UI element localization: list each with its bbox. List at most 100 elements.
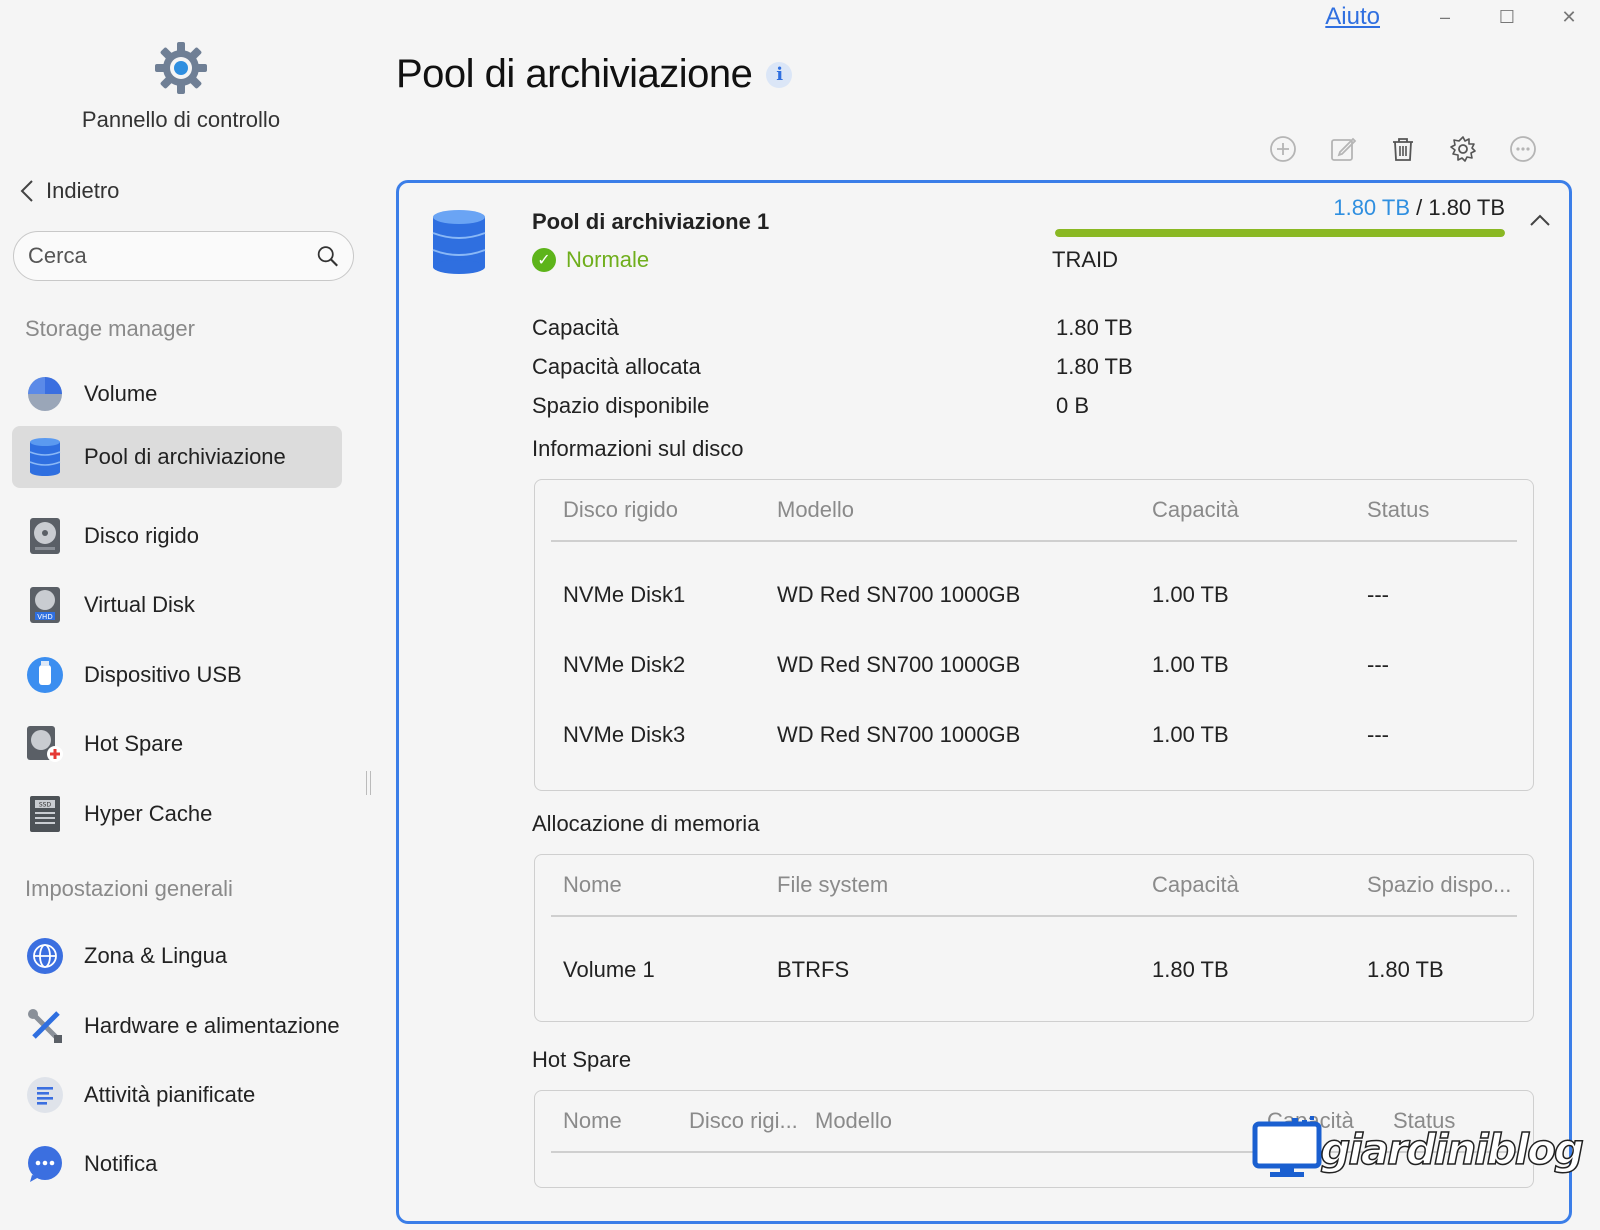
column-header[interactable]: File system <box>777 872 888 898</box>
add-icon[interactable] <box>1266 132 1300 166</box>
settings-icon[interactable] <box>1446 132 1480 166</box>
chat-icon <box>26 1145 64 1183</box>
disk-name: NVMe Disk2 <box>563 652 686 677</box>
column-header[interactable]: Disco rigido <box>563 497 678 523</box>
info-icon[interactable]: i <box>766 61 793 88</box>
column-header[interactable]: Nome <box>563 872 622 898</box>
pool-name: Pool di archiviazione 1 <box>532 209 770 234</box>
sidebar-item-label: Hyper Cache <box>84 801 213 826</box>
tasks-icon <box>26 1076 64 1114</box>
sidebar-item-scheduled-tasks[interactable]: Attività pianificate <box>12 1064 342 1126</box>
sidebar-item-storage-pool[interactable]: Pool di archiviazione <box>12 426 342 488</box>
hot-spare-title: Hot Spare <box>532 1047 632 1072</box>
pool-usage-text: 1.80 TB / 1.80 TB <box>1055 195 1505 221</box>
sidebar-item-label: Hardware e alimentazione <box>84 1013 340 1038</box>
usb-icon <box>26 656 64 694</box>
disk-capacity: 1.00 TB <box>1152 652 1229 677</box>
control-panel-gear-icon <box>153 40 209 96</box>
column-header[interactable]: Nome <box>563 1108 622 1134</box>
disk-model: WD Red SN700 1000GB <box>777 652 1021 677</box>
disk-status: --- <box>1367 652 1389 677</box>
watermark: giardiniblog <box>1252 1116 1585 1180</box>
pool-used: 1.80 TB <box>1333 195 1410 220</box>
virtual-disk-icon: VHD <box>26 586 64 624</box>
svg-text:VHD: VHD <box>37 613 52 621</box>
disk-model: WD Red SN700 1000GB <box>777 722 1021 747</box>
sidebar-item-hot-spare[interactable]: Hot Spare <box>12 713 342 775</box>
disk-name: NVMe Disk3 <box>563 722 686 747</box>
more-icon[interactable] <box>1506 132 1540 166</box>
minimize-button[interactable]: – <box>1414 2 1476 32</box>
volume-name: Volume 1 <box>563 957 655 982</box>
table-row[interactable]: NVMe Disk3 WD Red SN700 1000GB 1.00 TB -… <box>551 700 1517 770</box>
sidebar-item-label: Dispositivo USB <box>84 662 242 687</box>
sidebar-item-zone-language[interactable]: Zona & Lingua <box>12 925 342 987</box>
sidebar-item-volume[interactable]: Volume <box>12 363 342 425</box>
volume-pie-icon <box>26 375 64 413</box>
maximize-button[interactable]: ☐ <box>1476 2 1538 32</box>
table-row[interactable]: NVMe Disk2 WD Red SN700 1000GB 1.00 TB -… <box>551 630 1517 700</box>
disk-model: WD Red SN700 1000GB <box>777 582 1021 607</box>
sidebar-item-label: Pool di archiviazione <box>84 444 286 469</box>
chevron-left-icon <box>20 180 33 202</box>
table-header: Nome File system Capacità Spazio dispo..… <box>551 855 1517 917</box>
trash-icon[interactable] <box>1386 132 1420 166</box>
section-storage-manager: Storage manager <box>25 316 195 341</box>
sidebar-item-hyper-cache[interactable]: SSD Hyper Cache <box>12 783 342 845</box>
back-button[interactable]: Indietro <box>20 178 119 204</box>
column-header[interactable]: Capacità <box>1152 497 1239 523</box>
sidebar-item-label: Volume <box>84 381 158 406</box>
sidebar-item-label: Virtual Disk <box>84 592 195 617</box>
close-button[interactable]: ✕ <box>1538 2 1600 32</box>
pool-raid-type: TRAID <box>1052 247 1118 272</box>
hard-disk-icon <box>26 517 64 555</box>
window-controls: Aiuto – ☐ ✕ <box>1325 0 1600 34</box>
column-header[interactable]: Capacità <box>1152 872 1239 898</box>
tools-icon <box>26 1007 64 1045</box>
page-title: Pool di archiviazione i <box>396 52 793 97</box>
column-header[interactable]: Spazio dispo... <box>1367 872 1511 898</box>
check-icon: ✓ <box>532 248 556 272</box>
sidebar-item-virtual-disk[interactable]: VHD Virtual Disk <box>12 574 342 636</box>
table-row[interactable]: NVMe Disk1 WD Red SN700 1000GB 1.00 TB -… <box>551 560 1517 630</box>
toolbar <box>1266 132 1540 166</box>
pool-status: ✓ Normale <box>532 247 649 273</box>
sidebar-item-label: Notifica <box>84 1151 158 1176</box>
sidebar-item-notifications[interactable]: Notifica <box>12 1133 342 1195</box>
app-title: Pannello di controllo <box>81 107 281 132</box>
column-header[interactable]: Modello <box>815 1108 892 1134</box>
column-header[interactable]: Disco rigi... <box>689 1108 798 1134</box>
detail-value: 0 B <box>1056 393 1090 418</box>
sidebar: Pannello di controllo Indietro Storage m… <box>0 0 362 1230</box>
disk-status: --- <box>1367 582 1389 607</box>
usage-separator: / <box>1410 195 1429 220</box>
disk-capacity: 1.00 TB <box>1152 722 1229 747</box>
disk-info-title: Informazioni sul disco <box>532 436 744 461</box>
globe-icon <box>26 937 64 975</box>
back-label: Indietro <box>46 178 120 203</box>
table-header: Disco rigido Modello Capacità Status <box>551 480 1517 542</box>
detail-label: Capacità <box>532 315 619 340</box>
sidebar-item-hard-disk[interactable]: Disco rigido <box>12 505 342 567</box>
storage-pool-card[interactable]: Pool di archiviazione 1 ✓ Normale 1.80 T… <box>396 180 1572 1224</box>
search-icon[interactable] <box>316 243 339 269</box>
search-input[interactable] <box>28 243 316 269</box>
volume-filesystem: BTRFS <box>777 957 850 982</box>
table-row[interactable]: Volume 1 BTRFS 1.80 TB 1.80 TB <box>551 935 1517 1005</box>
column-header[interactable]: Status <box>1367 497 1429 523</box>
sidebar-item-hardware-power[interactable]: Hardware e alimentazione <box>12 995 342 1057</box>
sidebar-item-label: Zona & Lingua <box>84 943 228 968</box>
sidebar-item-label: Disco rigido <box>84 523 199 548</box>
edit-icon[interactable] <box>1326 132 1360 166</box>
sidebar-item-usb-device[interactable]: Dispositivo USB <box>12 644 342 706</box>
column-header[interactable]: Modello <box>777 497 854 523</box>
pool-total: 1.80 TB <box>1428 195 1505 220</box>
help-link[interactable]: Aiuto <box>1325 3 1380 31</box>
chevron-up-icon[interactable] <box>1529 213 1551 232</box>
volume-free-space: 1.80 TB <box>1367 957 1444 982</box>
allocation-title: Allocazione di memoria <box>532 811 760 836</box>
search-box <box>13 231 354 281</box>
storage-pool-database-icon <box>431 209 487 280</box>
sidebar-resize-handle[interactable] <box>366 771 371 795</box>
detail-value: 1.80 TB <box>1056 315 1133 340</box>
